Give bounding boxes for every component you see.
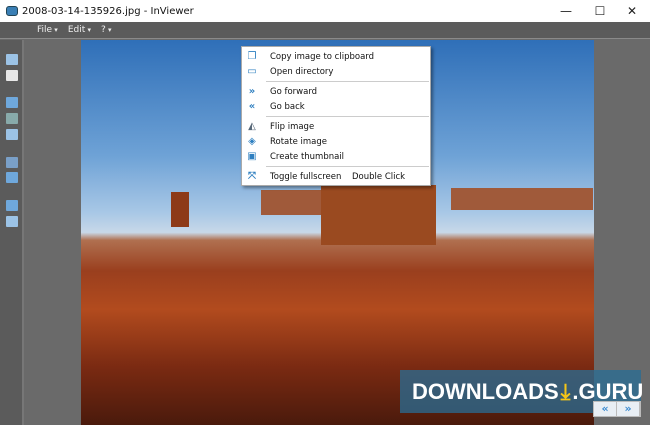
- side-toolbar: [0, 40, 24, 425]
- thumbnail-icon: ▣: [247, 150, 257, 162]
- shuffle-icon[interactable]: [6, 200, 18, 211]
- minimize-button[interactable]: —: [550, 0, 582, 22]
- separator: [266, 116, 429, 117]
- separator: [266, 81, 429, 82]
- thumbnail-icon[interactable]: [6, 129, 18, 140]
- forward-icon: »: [248, 85, 256, 97]
- shortcut-label: Double Click: [352, 171, 406, 182]
- menu-file[interactable]: File: [37, 25, 58, 35]
- flip-icon: ◭: [248, 120, 256, 132]
- windows-icon[interactable]: [6, 216, 18, 227]
- menu-item-copy[interactable]: ❐ Copy image to clipboard: [242, 49, 430, 64]
- rotate-icon: ◈: [248, 135, 256, 147]
- rotate-icon[interactable]: [6, 97, 18, 108]
- menu-item-label: Go back: [270, 101, 305, 112]
- menu-item-thumbnail[interactable]: ▣ Create thumbnail: [242, 149, 430, 164]
- window-title: 2008-03-14-135926.jpg - InViewer: [22, 5, 194, 17]
- menu-item-rotate[interactable]: ◈ Rotate image: [242, 134, 430, 149]
- menu-item-go-forward[interactable]: » Go forward: [242, 84, 430, 99]
- watermark-text: DOWNLOADS: [412, 378, 559, 404]
- menu-item-label: Rotate image: [270, 136, 328, 147]
- menu-item-label: Open directory: [270, 66, 334, 77]
- menu-item-label: Toggle fullscreen: [270, 171, 342, 182]
- copy-icon: ❐: [247, 50, 257, 62]
- folder-icon: ▭: [247, 65, 257, 77]
- close-button[interactable]: ✕: [616, 0, 648, 22]
- separator: [266, 166, 429, 167]
- menu-item-go-back[interactable]: « Go back: [242, 99, 430, 114]
- menu-item-label: Flip image: [270, 121, 315, 132]
- app-icon: [6, 6, 18, 16]
- menu-item-label: Go forward: [270, 86, 318, 97]
- menu-help[interactable]: ?: [101, 25, 112, 35]
- title-bar: 2008-03-14-135926.jpg - InViewer — ☐ ✕: [0, 0, 650, 22]
- menu-item-fullscreen[interactable]: ⤧ Toggle fullscreen Double Click: [242, 169, 430, 184]
- fit-icon[interactable]: [6, 172, 18, 183]
- context-menu: ❐ Copy image to clipboard ▭ Open directory…: [241, 46, 431, 186]
- menu-item-label: Create thumbnail: [270, 151, 345, 162]
- back-icon: «: [248, 100, 256, 112]
- previous-button[interactable]: «: [594, 402, 617, 416]
- navigation-buttons: « »: [593, 401, 641, 417]
- next-button[interactable]: »: [617, 402, 640, 416]
- fullscreen-icon[interactable]: [6, 157, 18, 168]
- print-icon[interactable]: [6, 70, 18, 81]
- menu-edit[interactable]: Edit: [68, 25, 91, 35]
- fullscreen-icon: ⤧: [248, 170, 256, 182]
- menu-item-flip[interactable]: ◭ Flip image: [242, 119, 430, 134]
- download-icon: ⤓: [560, 378, 571, 404]
- copy-icon[interactable]: [6, 54, 18, 65]
- flip-icon[interactable]: [6, 113, 18, 124]
- menu-bar: File Edit ?: [0, 22, 650, 39]
- menu-item-open-directory[interactable]: ▭ Open directory: [242, 64, 430, 79]
- menu-item-label: Copy image to clipboard: [270, 51, 375, 62]
- maximize-button[interactable]: ☐: [584, 0, 616, 22]
